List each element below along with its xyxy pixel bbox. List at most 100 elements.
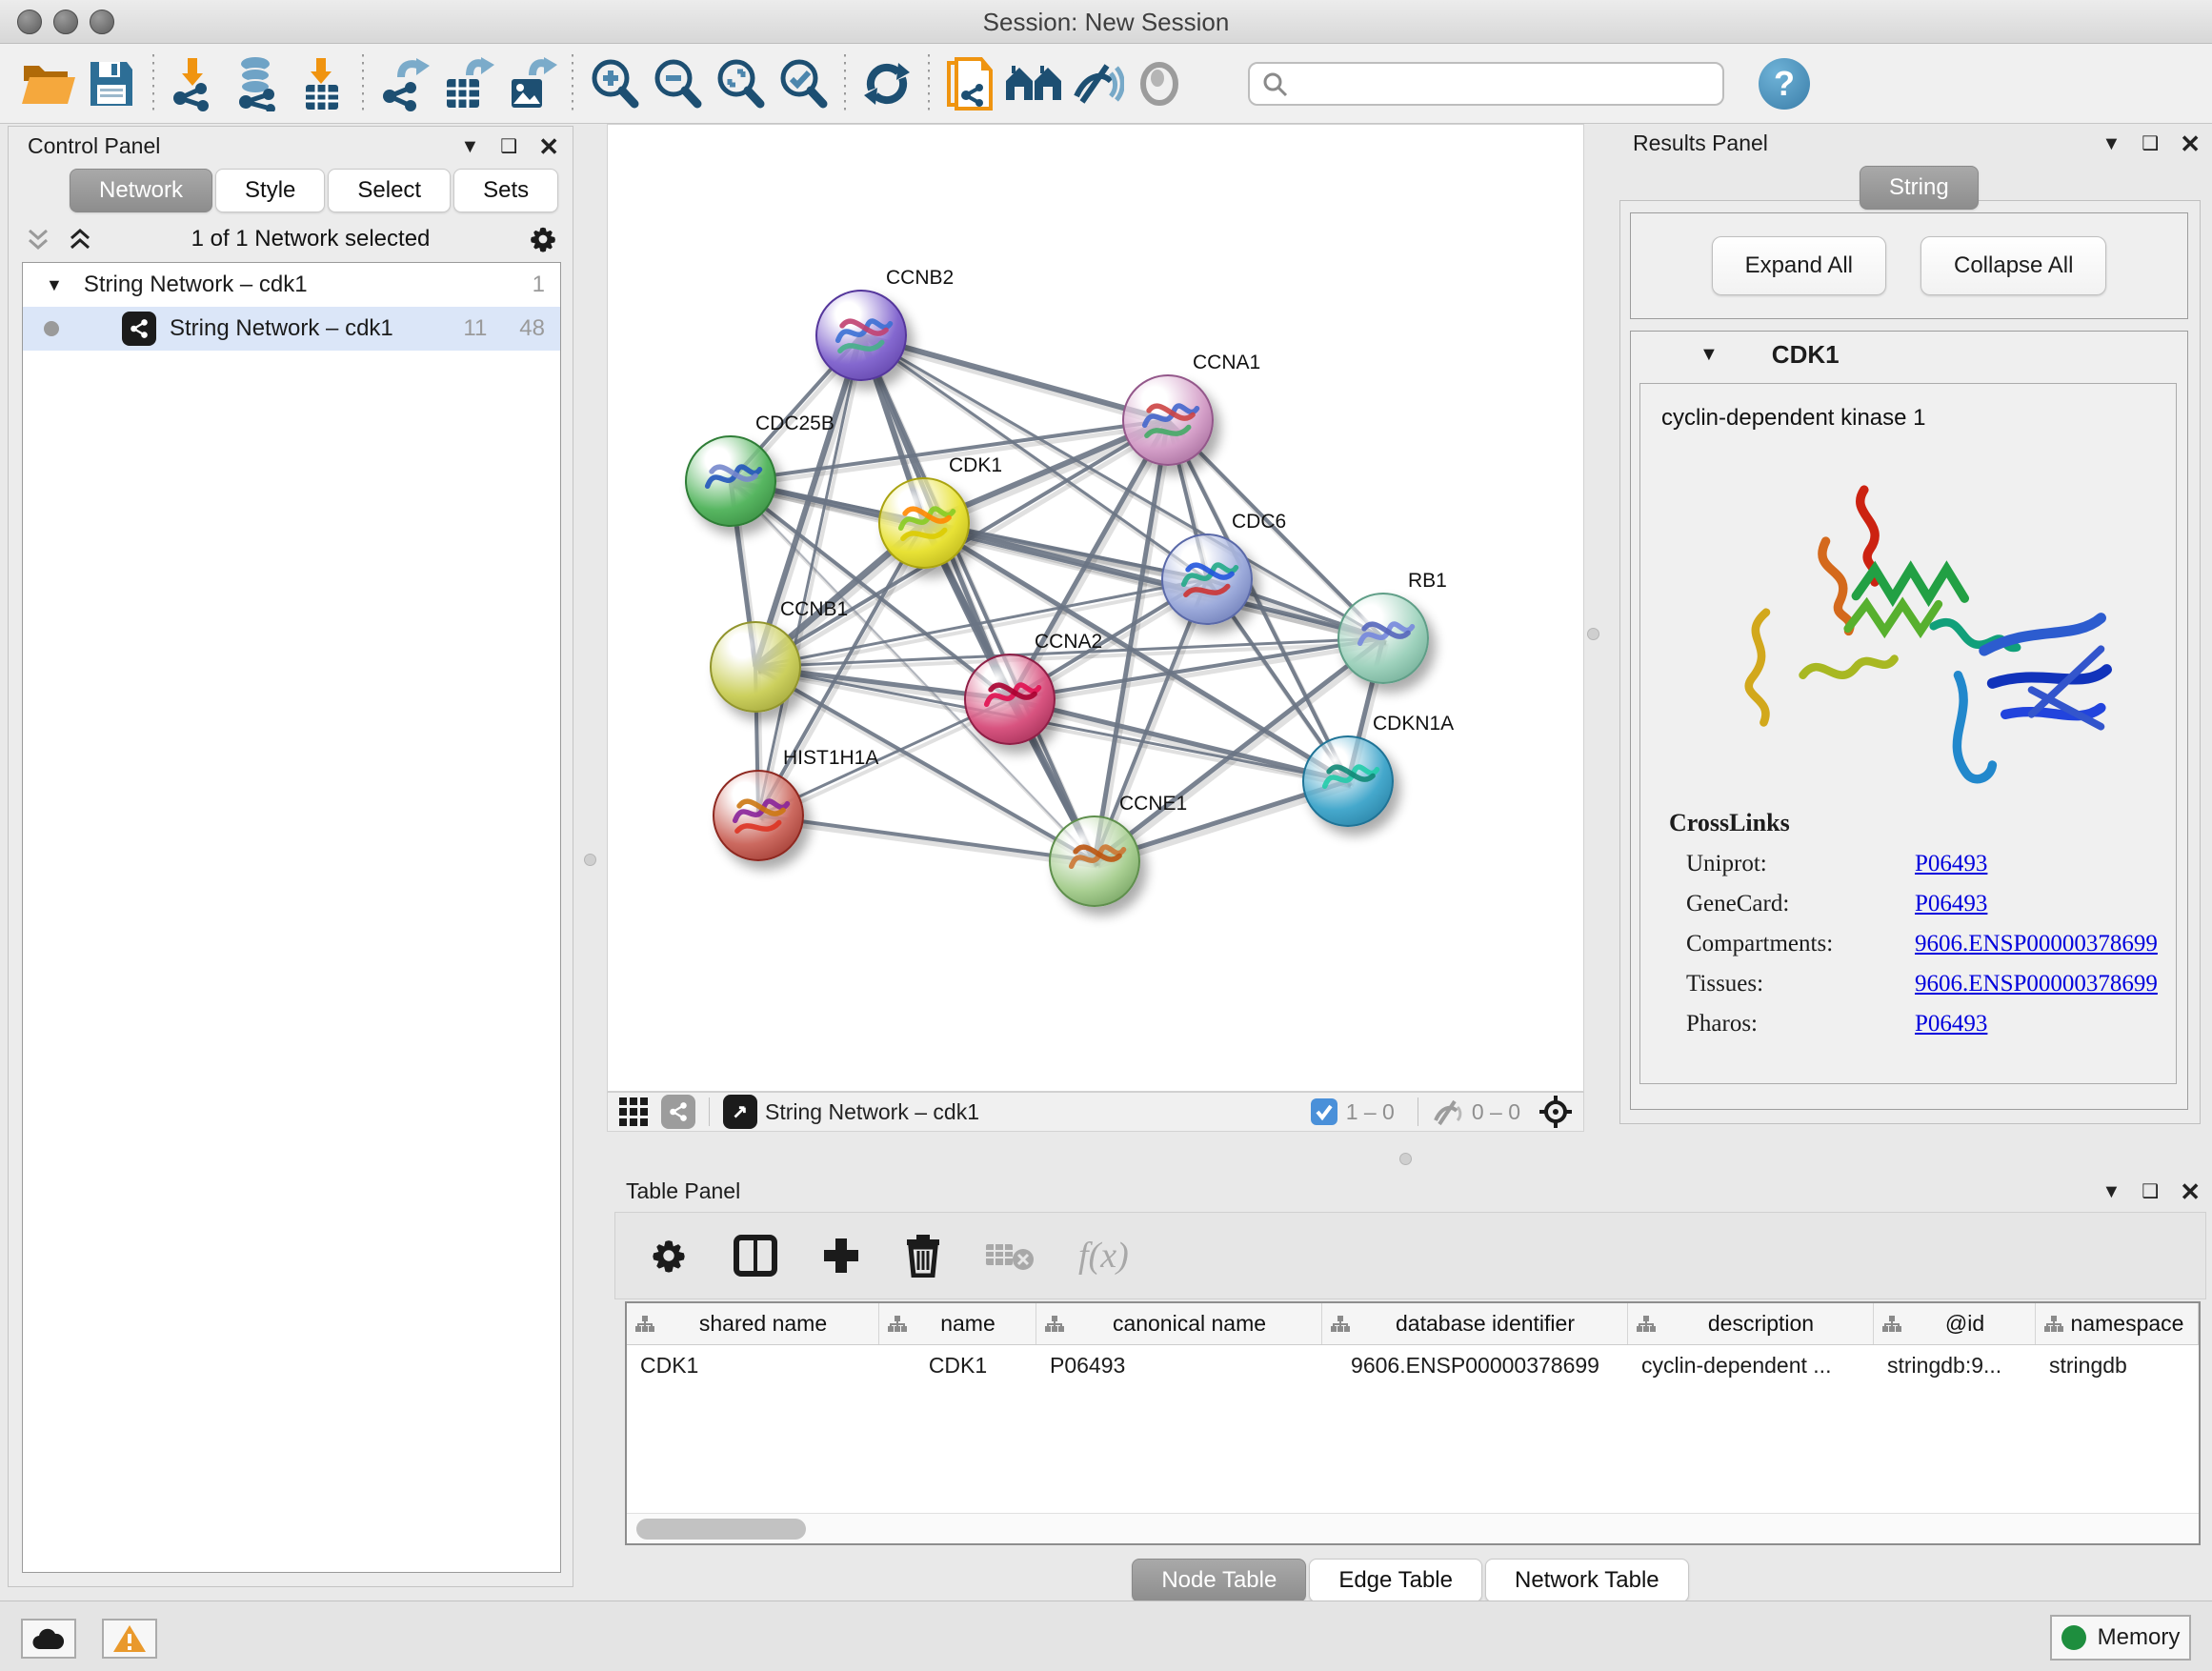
tab-node-table[interactable]: Node Table xyxy=(1132,1559,1306,1602)
birdseye-view-icon[interactable] xyxy=(723,1095,757,1129)
float-panel-icon[interactable]: ❑ xyxy=(2142,134,2159,153)
houses-icon xyxy=(1004,60,1063,108)
network-row[interactable]: String Network – cdk1 11 48 xyxy=(23,307,560,351)
crosslink-link[interactable]: 9606.ENSP00000378699 xyxy=(1915,971,2158,997)
column-header-namespace[interactable]: namespace xyxy=(2036,1303,2199,1344)
tab-select[interactable]: Select xyxy=(328,169,451,212)
node-ccna2[interactable] xyxy=(964,654,1056,745)
edge-hist1h1a-ccne1[interactable] xyxy=(758,815,1095,861)
import-table-file-button[interactable] xyxy=(290,52,352,115)
edge-ccnb2-ccna1[interactable] xyxy=(861,335,1168,420)
network-share-icon[interactable] xyxy=(661,1095,695,1129)
memory-button[interactable]: Memory xyxy=(2050,1615,2191,1661)
disclosure-triangle-icon[interactable]: ▼ xyxy=(46,275,63,295)
select-columns-icon[interactable] xyxy=(734,1235,777,1277)
node-label-rb1: RB1 xyxy=(1408,570,1447,593)
search-input[interactable] xyxy=(1248,62,1724,106)
node-label-hist1h1a: HIST1H1A xyxy=(783,747,878,770)
horizontal-splitter-handle[interactable] xyxy=(1399,1153,1412,1165)
node-ccnb2[interactable] xyxy=(815,290,907,381)
first-neighbors-button[interactable] xyxy=(1002,52,1065,115)
refresh-button[interactable] xyxy=(855,52,918,115)
crosslink-link[interactable]: P06493 xyxy=(1915,891,1987,917)
tab-string[interactable]: String xyxy=(1860,166,1979,210)
column-header-shared-name[interactable]: shared name xyxy=(627,1303,879,1344)
expand-all-icon[interactable] xyxy=(66,225,94,253)
export-table-button[interactable] xyxy=(436,52,499,115)
tab-network[interactable]: Network xyxy=(70,169,212,212)
warnings-button[interactable] xyxy=(102,1619,157,1659)
panel-menu-icon[interactable]: ▼ xyxy=(2101,1182,2121,1201)
panel-menu-icon[interactable]: ▼ xyxy=(460,137,479,156)
tab-sets[interactable]: Sets xyxy=(453,169,558,212)
crosshair-icon[interactable] xyxy=(1538,1094,1574,1130)
zoom-selected-button[interactable] xyxy=(772,52,835,115)
close-panel-icon[interactable]: ✕ xyxy=(538,134,559,159)
add-column-icon[interactable] xyxy=(821,1236,861,1276)
network-collection-row[interactable]: ▼ String Network – cdk1 1 xyxy=(23,263,560,307)
network-canvas[interactable]: CCNB2CCNA1CDC25BCDK1CDC6RB1CCNB1CCNA2CDK… xyxy=(607,124,1584,1092)
import-network-file-button[interactable] xyxy=(164,52,227,115)
export-image-button[interactable] xyxy=(499,52,562,115)
zoom-in-button[interactable] xyxy=(583,52,646,115)
node-label-ccna1: CCNA1 xyxy=(1193,352,1260,374)
scrollbar-thumb[interactable] xyxy=(636,1519,806,1540)
tab-network-table[interactable]: Network Table xyxy=(1485,1559,1689,1602)
close-panel-icon[interactable]: ✕ xyxy=(2180,131,2201,156)
column-header-id[interactable]: @id xyxy=(1874,1303,2036,1344)
panel-menu-icon[interactable]: ▼ xyxy=(2101,134,2121,153)
status-bar: Memory xyxy=(0,1601,2212,1671)
cloud-button[interactable] xyxy=(21,1619,76,1659)
protein-thumbnail xyxy=(1347,608,1423,673)
left-splitter-handle[interactable] xyxy=(584,854,596,866)
table-row[interactable]: CDK1CDK1P064939606.ENSP00000378699cyclin… xyxy=(627,1345,2199,1385)
node-ccne1[interactable] xyxy=(1049,815,1140,907)
gray-eye-button[interactable] xyxy=(1128,52,1191,115)
node-ccnb1[interactable] xyxy=(710,621,801,713)
crosslink-link[interactable]: P06493 xyxy=(1915,851,1987,877)
gear-icon[interactable] xyxy=(527,223,559,255)
save-session-button[interactable] xyxy=(80,52,143,115)
protein-thumbnail xyxy=(888,493,964,557)
export-network-button[interactable] xyxy=(373,52,436,115)
right-splitter-handle[interactable] xyxy=(1587,628,1599,640)
float-panel-icon[interactable]: ❑ xyxy=(2142,1182,2159,1201)
hidden-eye-icon[interactable] xyxy=(1432,1097,1464,1126)
node-cdc25b[interactable] xyxy=(685,435,776,527)
expand-all-button[interactable]: Expand All xyxy=(1712,236,1886,295)
node-cdk1[interactable] xyxy=(878,477,970,569)
import-network-database-button[interactable] xyxy=(227,52,290,115)
column-header-canonical-name[interactable]: canonical name xyxy=(1036,1303,1322,1344)
network-snapshot-button[interactable] xyxy=(939,52,1002,115)
column-header-database-identifier[interactable]: database identifier xyxy=(1322,1303,1628,1344)
node-hist1h1a[interactable] xyxy=(713,770,804,861)
horizontal-scrollbar[interactable] xyxy=(627,1513,2199,1543)
gear-icon[interactable] xyxy=(648,1235,690,1277)
float-panel-icon[interactable]: ❑ xyxy=(500,137,517,156)
grid-view-icon[interactable] xyxy=(617,1096,650,1128)
column-header-name[interactable]: name xyxy=(879,1303,1036,1344)
open-session-button[interactable] xyxy=(17,52,80,115)
crosslink-row: GeneCard:P06493 xyxy=(1640,891,2176,917)
node-cdc6[interactable] xyxy=(1161,534,1253,625)
zoom-out-button[interactable] xyxy=(646,52,709,115)
tab-edge-table[interactable]: Edge Table xyxy=(1309,1559,1482,1602)
delete-column-icon[interactable] xyxy=(905,1234,941,1278)
help-button[interactable]: ? xyxy=(1759,58,1810,110)
tab-style[interactable]: Style xyxy=(215,169,325,212)
collapse-all-icon[interactable] xyxy=(24,225,52,253)
zoom-fit-button[interactable] xyxy=(709,52,772,115)
collapse-all-button[interactable]: Collapse All xyxy=(1920,236,2106,295)
node-ccna1[interactable] xyxy=(1122,374,1214,466)
crosslink-link[interactable]: P06493 xyxy=(1915,1011,1987,1037)
crosslink-link[interactable]: 9606.ENSP00000378699 xyxy=(1915,931,2158,957)
close-panel-icon[interactable]: ✕ xyxy=(2180,1179,2201,1204)
edge-ccnb2-ccne1[interactable] xyxy=(861,335,1095,861)
main-toolbar: ? xyxy=(0,44,2212,124)
node-cdkn1a[interactable] xyxy=(1302,735,1394,827)
disclosure-triangle-icon[interactable]: ▼ xyxy=(1699,344,1719,366)
selected-checkbox-icon[interactable] xyxy=(1310,1097,1338,1126)
column-header-description[interactable]: description xyxy=(1628,1303,1874,1344)
node-rb1[interactable] xyxy=(1337,593,1429,684)
show-hide-button[interactable] xyxy=(1065,52,1128,115)
